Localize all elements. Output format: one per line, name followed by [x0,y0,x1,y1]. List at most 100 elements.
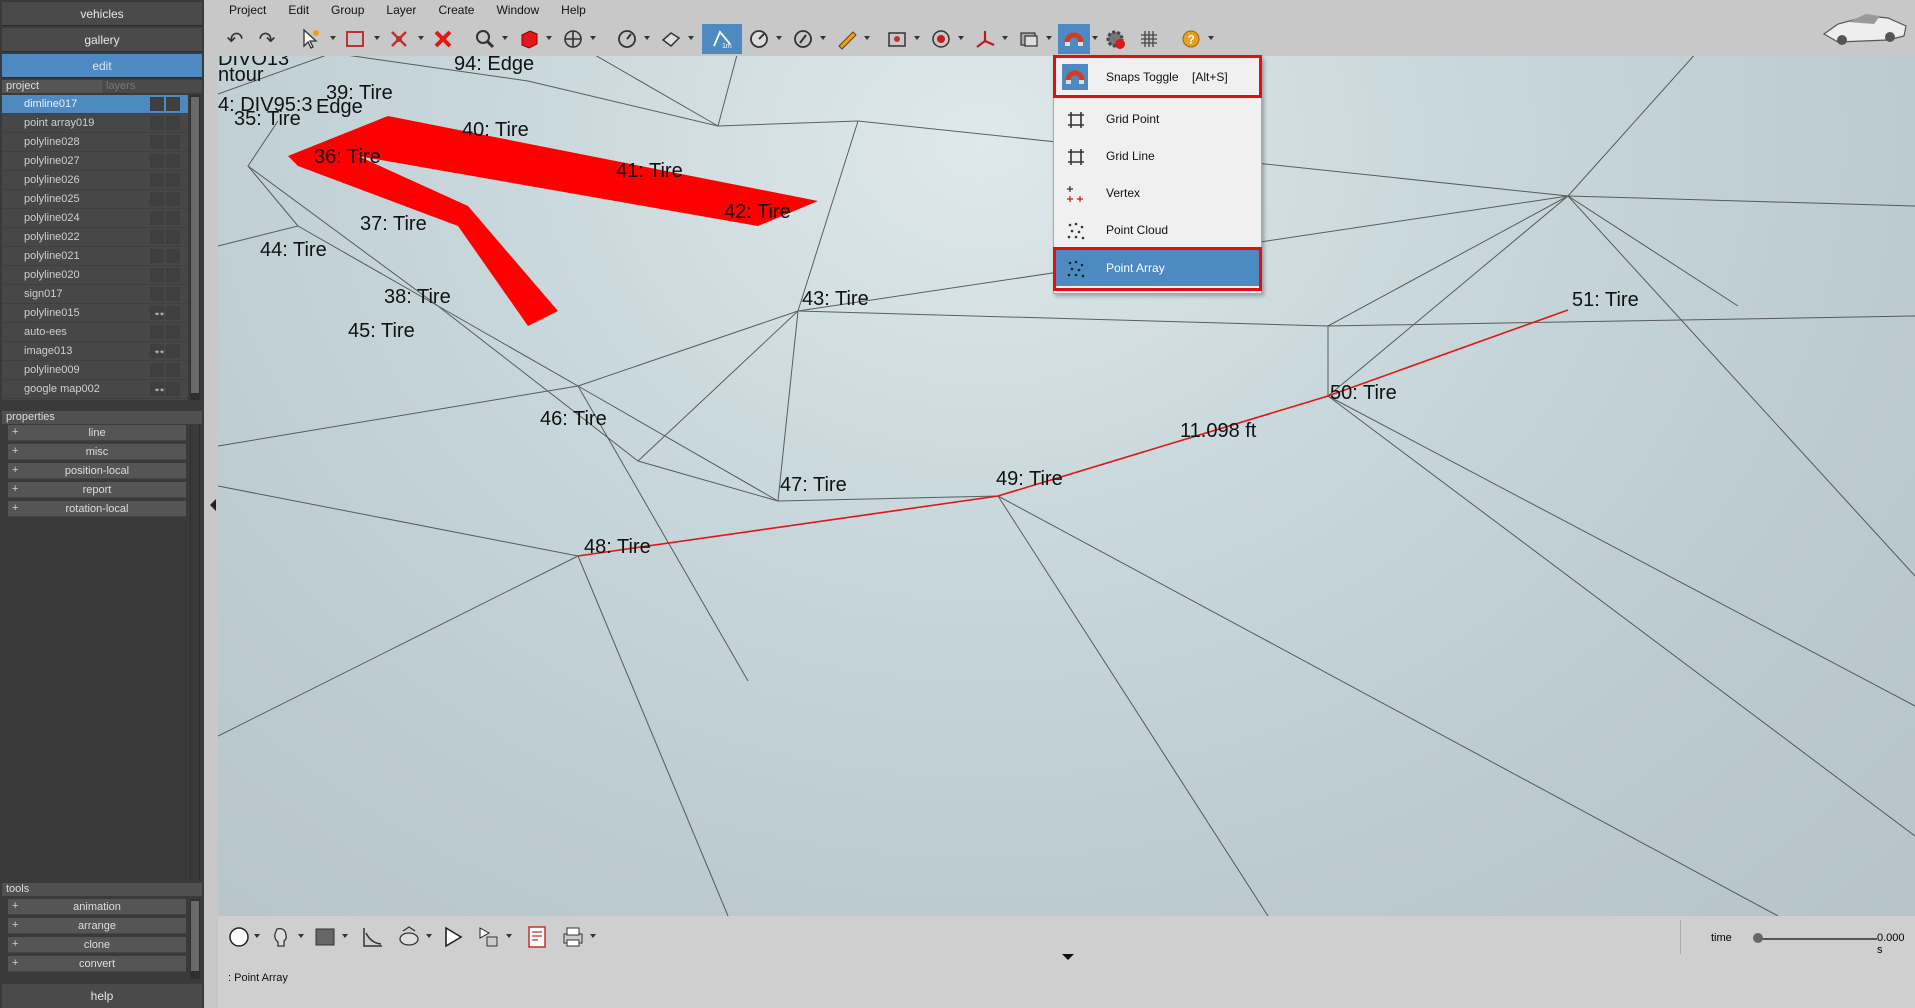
list-item[interactable]: polyline022 [2,228,188,247]
toolbar: ↶ ↷ 1m ? [218,20,1915,56]
point-array-item[interactable]: Point Array [1056,250,1259,286]
vertex-label: 48: Tire [584,536,651,558]
move-points-icon[interactable] [386,24,412,54]
time-slider-track[interactable] [1757,938,1877,940]
glasses-icon[interactable]: 👓 [154,310,165,319]
grid-point-item[interactable]: Grid Point [1056,101,1259,137]
image-layer-icon[interactable] [1016,24,1042,54]
list-item[interactable]: polyline024 [2,209,188,228]
list-item-label: google map002 [24,383,100,395]
graph-icon[interactable] [358,922,388,952]
pencil-icon[interactable] [834,24,860,54]
redo-icon[interactable]: ↷ [254,24,280,54]
list-item[interactable]: polyline015 👓 [2,304,188,323]
select-arrow-icon[interactable] [298,24,324,54]
fill-color-icon[interactable] [310,922,340,952]
head-view-icon[interactable] [266,922,296,952]
property-label: report [82,483,112,496]
list-item-label: polyline015 [24,307,80,319]
snaps-toggle-item[interactable]: Snaps Toggle [Alt+S] [1056,59,1259,95]
list-item[interactable]: polyline025 [2,190,188,209]
vertex-item[interactable]: Vertex [1056,175,1259,211]
surface-icon[interactable] [658,24,684,54]
expand-icon: + [12,464,19,476]
properties-scrollbar[interactable] [190,425,200,880]
tool-convert[interactable]: + convert [8,956,186,972]
vehicle-motion-icon[interactable] [394,922,424,952]
gallery-button[interactable]: gallery [2,28,202,52]
circle-shape-icon[interactable] [224,922,254,952]
settings-gear-icon[interactable] [1102,24,1128,54]
select-box-icon[interactable] [342,24,368,54]
help-button[interactable]: help [2,984,202,1008]
zoom-icon[interactable] [472,24,498,54]
menu-project[interactable]: Project [218,3,277,17]
point-cloud-item[interactable]: Point Cloud [1056,212,1259,248]
pan-icon[interactable] [560,24,586,54]
menu-group[interactable]: Group [320,3,375,17]
menu-help[interactable]: Help [550,3,597,17]
property-position-local[interactable]: + position-local [8,463,186,479]
property-rotation-local[interactable]: + rotation-local [8,501,186,517]
grid-icon[interactable] [1136,24,1162,54]
sequence-icon[interactable] [474,922,504,952]
compass-icon[interactable] [790,24,816,54]
list-item[interactable]: polyline026 [2,171,188,190]
measure-dial-icon[interactable] [614,24,640,54]
tool-label: convert [78,957,116,970]
expand-icon: + [12,900,19,912]
property-label: position-local [64,464,130,477]
help-circle-icon[interactable]: ? [1178,24,1204,54]
menu-edit[interactable]: Edit [277,3,320,17]
property-misc[interactable]: + misc [8,444,186,460]
grid-line-item[interactable]: Grid Line [1056,138,1259,174]
edit-button[interactable]: edit [2,54,202,78]
axis-icon[interactable] [972,24,998,54]
list-item-label: polyline022 [24,231,80,243]
list-item[interactable]: polyline020 [2,266,188,285]
property-report[interactable]: + report [8,482,186,498]
tab-layers[interactable]: layers [102,80,202,93]
list-item[interactable]: auto-ees [2,323,188,342]
project-scrollbar[interactable] [190,95,200,400]
time-slider-handle[interactable] [1753,933,1763,943]
dimension-tool-button[interactable]: 1m [702,24,742,54]
list-item[interactable]: polyline021 [2,247,188,266]
list-item[interactable]: image013 👓 [2,342,188,361]
collapse-panel-icon[interactable] [210,499,216,511]
cube-icon[interactable] [516,24,542,54]
tool-animation[interactable]: + animation [8,899,186,915]
undo-icon[interactable]: ↶ [222,24,248,54]
expand-down-icon[interactable] [1062,954,1074,960]
angle-dial-icon[interactable] [746,24,772,54]
menu-window[interactable]: Window [485,3,550,17]
list-item[interactable]: polyline009 [2,361,188,380]
camera-target-icon[interactable] [884,24,910,54]
delete-icon[interactable] [430,24,456,54]
report-icon[interactable] [522,922,552,952]
list-item-label: auto-ees [24,326,67,338]
list-item[interactable]: google map002 👓 [2,380,188,399]
glasses-icon[interactable]: 👓 [154,386,165,395]
menu-layer[interactable]: Layer [375,3,427,17]
tool-clone[interactable]: + clone [8,937,186,953]
svg-text:?: ? [1188,33,1195,47]
print-icon[interactable] [558,922,588,952]
list-item[interactable]: polyline028 [2,133,188,152]
property-line[interactable]: + line [8,425,186,441]
vehicles-button[interactable]: vehicles [2,2,202,26]
tab-project[interactable]: project [2,80,102,93]
record-icon[interactable] [928,24,954,54]
tools-scrollbar[interactable] [190,899,200,979]
vertex-label: 43: Tire [802,288,869,310]
list-item[interactable]: sign017 [2,285,188,304]
snaps-button[interactable] [1058,24,1090,54]
list-item[interactable]: polyline027 [2,152,188,171]
list-item[interactable]: dimline017 [2,95,188,114]
glasses-icon[interactable]: 👓 [154,348,165,357]
tool-arrange[interactable]: + arrange [8,918,186,934]
list-item[interactable]: point array019 [2,114,188,133]
menu-create[interactable]: Create [427,3,485,17]
play-icon[interactable] [438,922,468,952]
expand-icon: + [12,483,19,495]
